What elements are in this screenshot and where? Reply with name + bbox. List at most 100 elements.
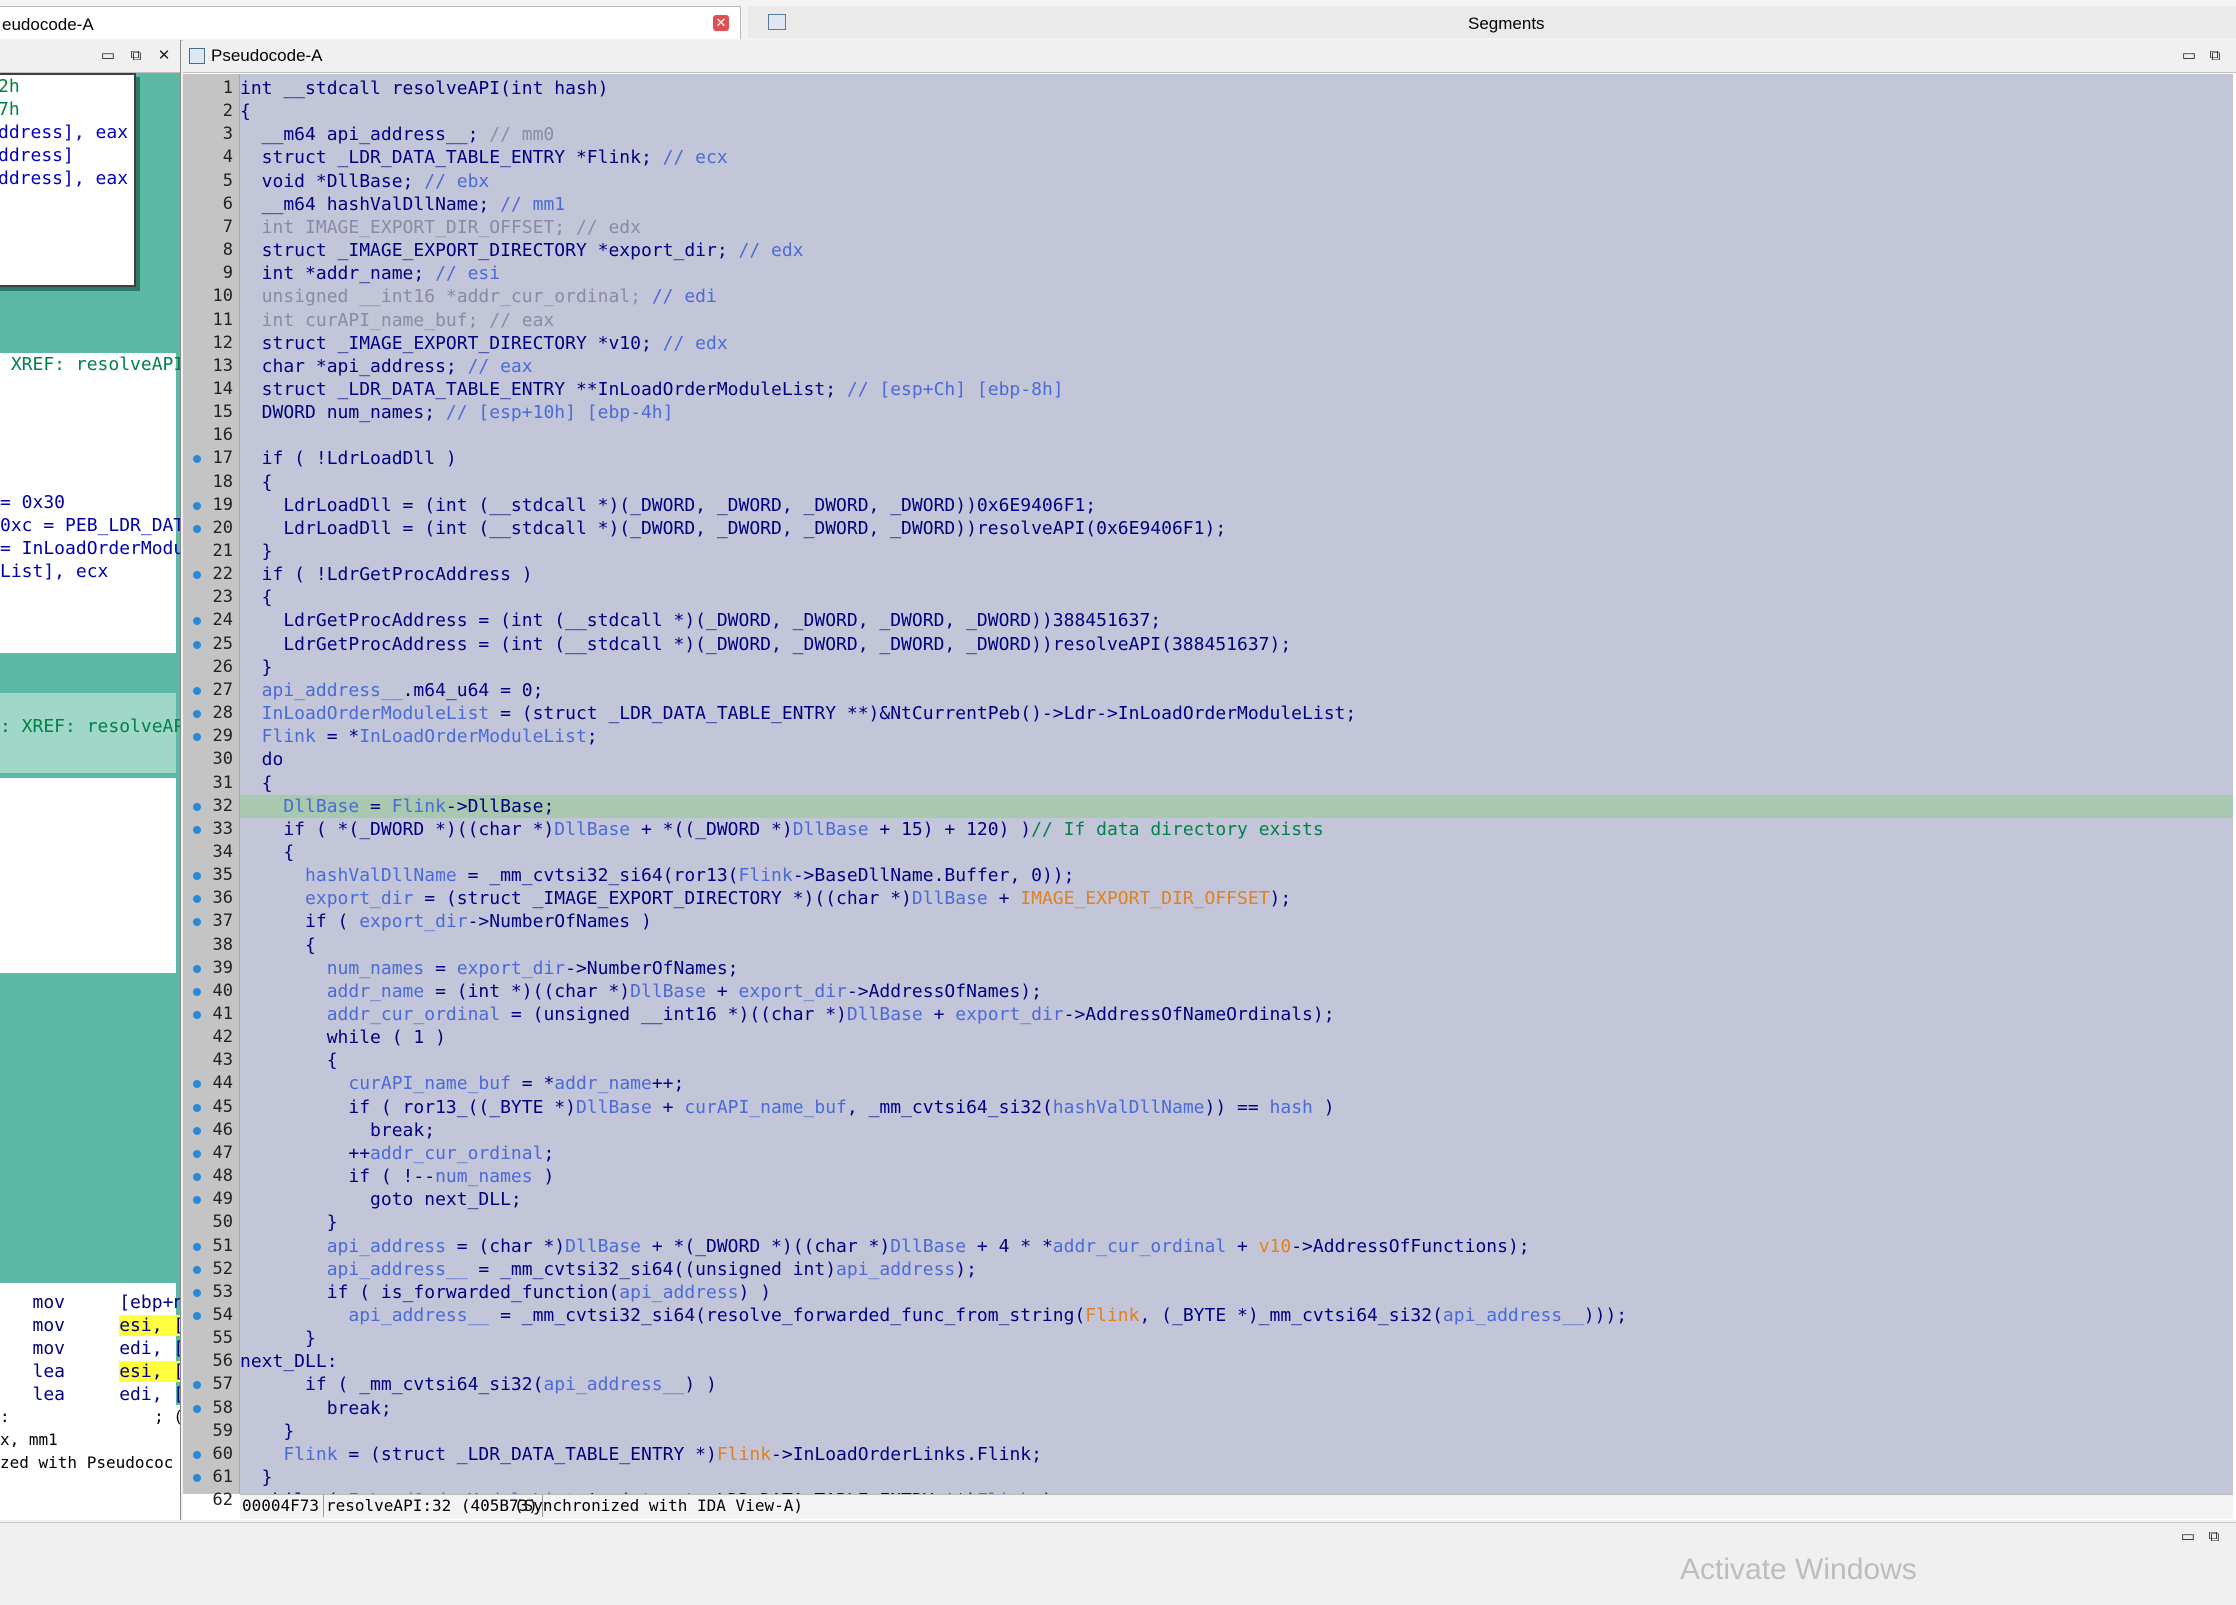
breakpoint-marker-icon[interactable]: [193, 825, 201, 834]
code-line[interactable]: if ( !--num_names ): [240, 1165, 2233, 1188]
close-icon[interactable]: ✕: [156, 48, 172, 64]
breakpoint-marker-icon[interactable]: [193, 1011, 201, 1019]
breakpoint-marker-icon[interactable]: [193, 802, 201, 811]
code-line[interactable]: hashValDllName = _mm_cvtsi32_si64(ror13(…: [240, 864, 2233, 887]
code-line[interactable]: {: [240, 586, 2233, 609]
code-line[interactable]: {: [240, 1049, 2233, 1072]
code-line[interactable]: if ( !LdrLoadDll ): [240, 447, 2233, 470]
breakpoint-marker-icon[interactable]: [193, 1173, 201, 1182]
code-line[interactable]: curAPI_name_buf = *addr_name++;: [240, 1072, 2233, 1095]
code-line[interactable]: if ( !LdrGetProcAddress ): [240, 563, 2233, 586]
code-line[interactable]: do: [240, 748, 2233, 771]
code-line[interactable]: {: [240, 471, 2233, 494]
tab-pseudocode-a[interactable]: eudocode-A ✕: [0, 6, 741, 39]
code-line[interactable]: Flink = (struct _LDR_DATA_TABLE_ENTRY *)…: [240, 1443, 2233, 1466]
code-line[interactable]: if ( is_forwarded_function(api_address) …: [240, 1281, 2233, 1304]
breakpoint-marker-icon[interactable]: [193, 987, 201, 996]
code-line[interactable]: if ( _mm_cvtsi64_si32(api_address__) ): [240, 1373, 2233, 1396]
breakpoint-marker-icon[interactable]: [193, 1126, 201, 1135]
graph-node[interactable]: [0, 1003, 176, 1253]
code-line[interactable]: struct _LDR_DATA_TABLE_ENTRY *Flink; // …: [240, 146, 2233, 169]
breakpoint-marker-icon[interactable]: [193, 1404, 201, 1413]
breakpoint-marker-icon[interactable]: [193, 710, 201, 719]
code-line[interactable]: __m64 hashValDllName; // mm1: [240, 193, 2233, 216]
graph-view[interactable]: 2h 7h ddress], eax ddress] ddress], eax XREF…: [0, 73, 180, 1413]
restore-icon[interactable]: ⧉: [2206, 1529, 2222, 1545]
code-line[interactable]: int IMAGE_EXPORT_DIR_OFFSET; // edx: [240, 216, 2233, 239]
code-line[interactable]: }: [240, 1466, 2233, 1489]
code-line[interactable]: unsigned __int16 *addr_cur_ordinal; // e…: [240, 285, 2233, 308]
code-line[interactable]: api_address__.m64_u64 = 0;: [240, 679, 2233, 702]
code-line[interactable]: if ( export_dir->NumberOfNames ): [240, 910, 2233, 933]
graph-node[interactable]: XREF: resolveAPI = 0x30 0xc = PEB_LDR_DAT =…: [0, 353, 180, 653]
code-line[interactable]: goto next_DLL;: [240, 1188, 2233, 1211]
code-line[interactable]: }: [240, 656, 2233, 679]
code-line[interactable]: LdrLoadDll = (int (__stdcall *)(_DWORD, …: [240, 517, 2233, 540]
code-line[interactable]: int __stdcall resolveAPI(int hash): [240, 77, 2233, 100]
code-line[interactable]: [240, 424, 2233, 447]
code-line[interactable]: {: [240, 934, 2233, 957]
breakpoint-marker-icon[interactable]: [193, 1265, 201, 1274]
graph-node[interactable]: mov [ebp+n mov esi, [ mov edi, [ lea esi…: [0, 1283, 180, 1406]
code-line[interactable]: while ( 1 ): [240, 1026, 2233, 1049]
breakpoint-marker-icon[interactable]: [193, 1242, 201, 1251]
breakpoint-marker-icon[interactable]: [193, 524, 201, 533]
code-line[interactable]: DllBase = Flink->DllBase;: [240, 794, 2233, 818]
code-line[interactable]: char *api_address; // eax: [240, 355, 2233, 378]
code-line[interactable]: export_dir = (struct _IMAGE_EXPORT_DIREC…: [240, 887, 2233, 910]
code-line[interactable]: if ( *(_DWORD *)((char *)DllBase + *((_D…: [240, 818, 2233, 841]
code-line[interactable]: struct _LDR_DATA_TABLE_ENTRY **InLoadOrd…: [240, 378, 2233, 401]
maximize-icon[interactable]: ▭: [100, 48, 116, 64]
breakpoint-marker-icon[interactable]: [193, 1474, 201, 1482]
code-line[interactable]: struct _IMAGE_EXPORT_DIRECTORY *v10; // …: [240, 332, 2233, 355]
code-line[interactable]: if ( ror13_((_BYTE *)DllBase + curAPI_na…: [240, 1096, 2233, 1119]
code-line[interactable]: api_address__ = _mm_cvtsi32_si64(resolve…: [240, 1304, 2233, 1327]
close-icon[interactable]: ✕: [713, 15, 729, 31]
code-line[interactable]: break;: [240, 1397, 2233, 1420]
maximize-icon[interactable]: ▭: [2180, 1529, 2196, 1545]
graph-node[interactable]: 2h 7h ddress], eax ddress] ddress], eax: [0, 73, 136, 287]
code-line[interactable]: struct _IMAGE_EXPORT_DIRECTORY *export_d…: [240, 239, 2233, 262]
code-line[interactable]: InLoadOrderModuleList = (struct _LDR_DAT…: [240, 702, 2233, 725]
code-line[interactable]: }: [240, 1420, 2233, 1443]
code-line[interactable]: api_address__ = _mm_cvtsi32_si64((unsign…: [240, 1258, 2233, 1281]
code-line[interactable]: ++addr_cur_ordinal;: [240, 1142, 2233, 1165]
graph-node[interactable]: [0, 778, 176, 973]
breakpoint-marker-icon[interactable]: [193, 964, 201, 973]
code-line[interactable]: {: [240, 100, 2233, 123]
breakpoint-marker-icon[interactable]: [193, 1103, 201, 1112]
code-line[interactable]: }: [240, 1327, 2233, 1350]
code-line[interactable]: }: [240, 1211, 2233, 1234]
code-line[interactable]: api_address = (char *)DllBase + *(_DWORD…: [240, 1235, 2233, 1258]
breakpoint-marker-icon[interactable]: [193, 640, 201, 649]
code-line[interactable]: DWORD num_names; // [esp+10h] [ebp-4h]: [240, 401, 2233, 424]
code-line[interactable]: addr_cur_ordinal = (unsigned __int16 *)(…: [240, 1003, 2233, 1026]
code-line[interactable]: break;: [240, 1119, 2233, 1142]
breakpoint-marker-icon[interactable]: [193, 686, 201, 695]
code-line[interactable]: {: [240, 841, 2233, 864]
breakpoint-marker-icon[interactable]: [193, 501, 201, 510]
code-line[interactable]: Flink = *InLoadOrderModuleList;: [240, 725, 2233, 748]
code-line[interactable]: LdrGetProcAddress = (int (__stdcall *)(_…: [240, 633, 2233, 656]
code-line[interactable]: void *DllBase; // ebx: [240, 170, 2233, 193]
code-line[interactable]: }: [240, 540, 2233, 563]
breakpoint-marker-icon[interactable]: [193, 1149, 201, 1158]
breakpoint-marker-icon[interactable]: [193, 1450, 201, 1459]
code-line[interactable]: addr_name = (int *)((char *)DllBase + ex…: [240, 980, 2233, 1003]
graph-node[interactable]: : XREF: resolveAP: [0, 693, 180, 773]
pseudocode-editor[interactable]: int __stdcall resolveAPI(int hash){ __m6…: [240, 74, 2233, 1494]
code-line[interactable]: int *addr_name; // esi: [240, 262, 2233, 285]
code-line[interactable]: {: [240, 772, 2233, 795]
breakpoint-marker-icon[interactable]: [193, 1311, 201, 1320]
code-line[interactable]: next_DLL:: [240, 1350, 2233, 1373]
breakpoint-marker-icon[interactable]: [193, 1288, 201, 1297]
code-line[interactable]: num_names = export_dir->NumberOfNames;: [240, 957, 2233, 980]
code-line[interactable]: __m64 api_address__; // mm0: [240, 123, 2233, 146]
maximize-icon[interactable]: ▭: [2181, 48, 2197, 64]
tab-segments[interactable]: Segments: [748, 6, 2236, 38]
restore-icon[interactable]: ⧉: [128, 48, 144, 64]
restore-icon[interactable]: ⧉: [2207, 48, 2223, 64]
code-line[interactable]: LdrGetProcAddress = (int (__stdcall *)(_…: [240, 609, 2233, 632]
code-line[interactable]: LdrLoadDll = (int (__stdcall *)(_DWORD, …: [240, 494, 2233, 517]
code-line[interactable]: int curAPI_name_buf; // eax: [240, 309, 2233, 332]
